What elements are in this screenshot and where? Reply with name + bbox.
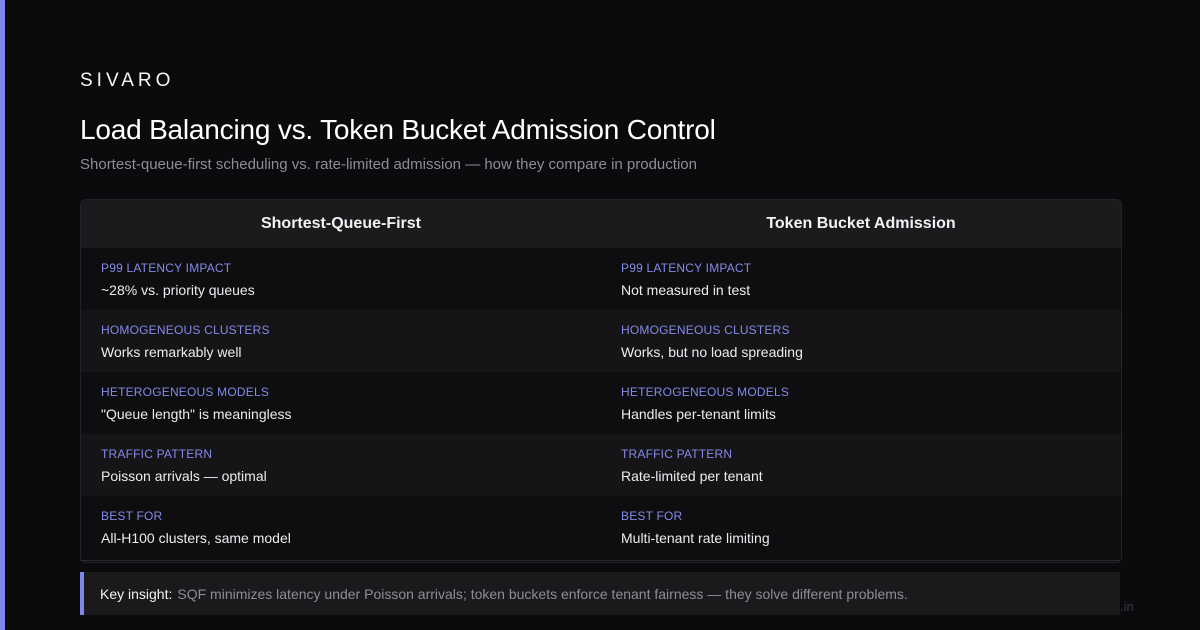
cell-value: ~28% vs. priority queues bbox=[101, 282, 255, 298]
table-cell: BEST FOR All-H100 clusters, same model bbox=[81, 496, 601, 558]
cell-value: Works remarkably well bbox=[101, 344, 242, 360]
row-label: BEST FOR bbox=[621, 509, 683, 523]
cell-value: Rate-limited per tenant bbox=[621, 468, 763, 484]
table-row: P99 LATENCY IMPACT ~28% vs. priority que… bbox=[81, 248, 1121, 310]
cell-value: "Queue length" is meaningless bbox=[101, 406, 292, 422]
table-cell: TRAFFIC PATTERN Rate-limited per tenant bbox=[601, 434, 1121, 496]
table-cell: HETEROGENEOUS MODELS Handles per-tenant … bbox=[601, 372, 1121, 434]
watermark: .in bbox=[1120, 599, 1134, 614]
row-label: HOMOGENEOUS CLUSTERS bbox=[101, 323, 270, 337]
cell-value: Handles per-tenant limits bbox=[621, 406, 776, 422]
table-row: HETEROGENEOUS MODELS "Queue length" is m… bbox=[81, 372, 1121, 434]
page-subtitle: Shortest-queue-first scheduling vs. rate… bbox=[80, 156, 697, 173]
table-cell: HOMOGENEOUS CLUSTERS Works, but no load … bbox=[601, 310, 1121, 372]
table-cell: HOMOGENEOUS CLUSTERS Works remarkably we… bbox=[81, 310, 601, 372]
page-title: Load Balancing vs. Token Bucket Admissio… bbox=[80, 114, 716, 145]
row-label: TRAFFIC PATTERN bbox=[101, 447, 213, 461]
table-cell: P99 LATENCY IMPACT ~28% vs. priority que… bbox=[81, 248, 601, 310]
table-cell: HETEROGENEOUS MODELS "Queue length" is m… bbox=[81, 372, 601, 434]
table-cell: P99 LATENCY IMPACT Not measured in test bbox=[601, 248, 1121, 310]
accent-bar bbox=[0, 0, 5, 630]
table-header: Shortest-Queue-First Token Bucket Admiss… bbox=[81, 200, 1121, 248]
column-header-token-bucket: Token Bucket Admission bbox=[766, 215, 956, 232]
cell-value: Works, but no load spreading bbox=[621, 344, 803, 360]
table-row: TRAFFIC PATTERN Poisson arrivals — optim… bbox=[81, 434, 1121, 496]
cell-value: Not measured in test bbox=[621, 282, 751, 298]
table-row: HOMOGENEOUS CLUSTERS Works remarkably we… bbox=[81, 310, 1121, 372]
table-divider bbox=[80, 560, 1120, 561]
row-label: P99 LATENCY IMPACT bbox=[101, 261, 232, 275]
row-label: BEST FOR bbox=[101, 509, 163, 523]
key-insight-callout: Key insight: SQF minimizes latency under… bbox=[80, 572, 1120, 615]
table-cell: BEST FOR Multi-tenant rate limiting bbox=[601, 496, 1121, 558]
row-label: HETEROGENEOUS MODELS bbox=[101, 385, 270, 399]
table-cell: TRAFFIC PATTERN Poisson arrivals — optim… bbox=[81, 434, 601, 496]
cell-value: Multi-tenant rate limiting bbox=[621, 530, 770, 546]
cell-value: All-H100 clusters, same model bbox=[101, 530, 291, 546]
row-label: HETEROGENEOUS MODELS bbox=[621, 385, 790, 399]
column-header-sqf: Shortest-Queue-First bbox=[260, 215, 421, 232]
brand-logo: SIVARO bbox=[80, 70, 175, 91]
row-label: HOMOGENEOUS CLUSTERS bbox=[621, 323, 790, 337]
cell-value: Poisson arrivals — optimal bbox=[101, 468, 267, 484]
insight-label: Key insight: bbox=[100, 585, 173, 602]
table-row: BEST FOR All-H100 clusters, same model B… bbox=[81, 496, 1121, 558]
row-label: TRAFFIC PATTERN bbox=[621, 447, 733, 461]
row-label: P99 LATENCY IMPACT bbox=[621, 261, 752, 275]
comparison-table: Shortest-Queue-First Token Bucket Admiss… bbox=[80, 199, 1122, 563]
insight-text: SQF minimizes latency under Poisson arri… bbox=[177, 585, 908, 602]
